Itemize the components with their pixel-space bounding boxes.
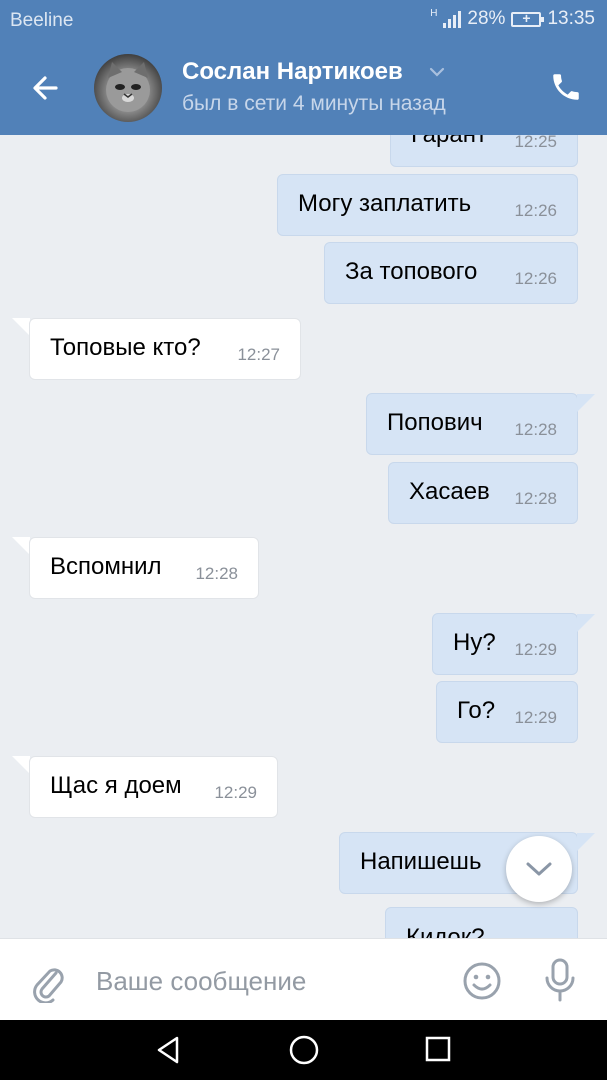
- phone-icon[interactable]: [549, 70, 583, 104]
- message-text: Топовые кто?: [50, 334, 201, 361]
- microphone-icon[interactable]: [542, 957, 578, 1003]
- nav-recent-apps-icon[interactable]: [424, 1035, 452, 1063]
- status-bar: Beeline H 28% + 13:35: [0, 0, 607, 40]
- smiley-icon[interactable]: [462, 961, 502, 1001]
- bubble-tail: [577, 614, 595, 632]
- nav-home-icon[interactable]: [288, 1034, 320, 1066]
- message-outgoing[interactable]: Могу заплатить 12:26: [277, 174, 578, 236]
- signal-icon: [443, 10, 462, 28]
- message-time: 12:28: [195, 564, 238, 583]
- message-time: 12:29: [514, 640, 557, 659]
- message-list[interactable]: Гарант 12:25 Могу заплатить 12:26 За топ…: [0, 135, 607, 938]
- message-outgoing[interactable]: Хасаев 12:28: [388, 462, 578, 524]
- bubble-tail: [12, 318, 30, 336]
- chat-screen: Beeline H 28% + 13:35 Сослан Нартикоев б…: [0, 0, 607, 1080]
- message-text: Могу заплатить: [298, 190, 472, 217]
- message-time: 12:29: [214, 783, 257, 802]
- clock: 13:35: [547, 8, 595, 29]
- network-type: H: [430, 8, 438, 19]
- message-outgoing[interactable]: Го? 12:29: [436, 681, 578, 743]
- message-time: 12:27: [237, 345, 280, 364]
- avatar[interactable]: [94, 54, 162, 122]
- scroll-to-bottom-button[interactable]: [506, 836, 572, 902]
- contact-status: был в сети 4 минуты назад: [182, 92, 446, 115]
- message-text: Кидок?: [406, 924, 485, 938]
- message-time: 12:29: [514, 708, 557, 727]
- message-text: Вспомнил: [50, 553, 162, 580]
- message-composer: [0, 938, 607, 1020]
- message-outgoing[interactable]: Ну? 12:29: [432, 613, 578, 675]
- message-outgoing[interactable]: За топового 12:26: [324, 242, 578, 304]
- carrier-label: Beeline: [10, 10, 74, 31]
- message-time: 12:26: [514, 201, 557, 220]
- contact-name[interactable]: Сослан Нартикоев: [182, 58, 403, 86]
- message-text: Щас я доем: [50, 772, 182, 799]
- battery-percent: 28%: [467, 8, 506, 29]
- chevron-down-icon[interactable]: [428, 66, 446, 78]
- message-input[interactable]: [96, 961, 436, 1001]
- chevron-down-icon: [526, 862, 552, 876]
- system-nav-bar: [0, 1020, 607, 1080]
- message-time: 12:26: [514, 269, 557, 288]
- message-incoming[interactable]: Вспомнил 12:28: [29, 537, 259, 599]
- message-text: Напишешь: [360, 848, 482, 875]
- message-outgoing[interactable]: Кидок?: [385, 907, 578, 938]
- message-text: За топового: [345, 258, 478, 285]
- message-outgoing[interactable]: Гарант 12:25: [390, 135, 578, 167]
- paperclip-icon[interactable]: [28, 959, 68, 1003]
- battery-icon: +: [511, 10, 545, 27]
- message-time: 12:28: [514, 489, 557, 508]
- bubble-tail: [12, 756, 30, 774]
- bubble-tail: [12, 537, 30, 555]
- chat-header: Сослан Нартикоев был в сети 4 минуты наз…: [0, 40, 607, 135]
- cat-photo: [106, 62, 150, 112]
- message-time: 12:25: [514, 135, 557, 151]
- bubble-tail: [577, 833, 595, 851]
- nav-back-icon[interactable]: [153, 1034, 185, 1066]
- arrow-left-icon[interactable]: [26, 68, 66, 108]
- message-incoming[interactable]: Щас я доем 12:29: [29, 756, 278, 818]
- status-indicators: H 28% + 13:35: [430, 8, 595, 30]
- message-time: 12:28: [514, 420, 557, 439]
- message-incoming[interactable]: Топовые кто? 12:27: [29, 318, 301, 380]
- message-text: Хасаев: [409, 478, 490, 505]
- message-text: Го?: [457, 697, 496, 724]
- message-outgoing[interactable]: Попович 12:28: [366, 393, 578, 455]
- message-text: Ну?: [453, 629, 496, 656]
- message-text: Попович: [387, 409, 483, 436]
- message-text: Гарант: [411, 135, 487, 149]
- bubble-tail: [577, 394, 595, 412]
